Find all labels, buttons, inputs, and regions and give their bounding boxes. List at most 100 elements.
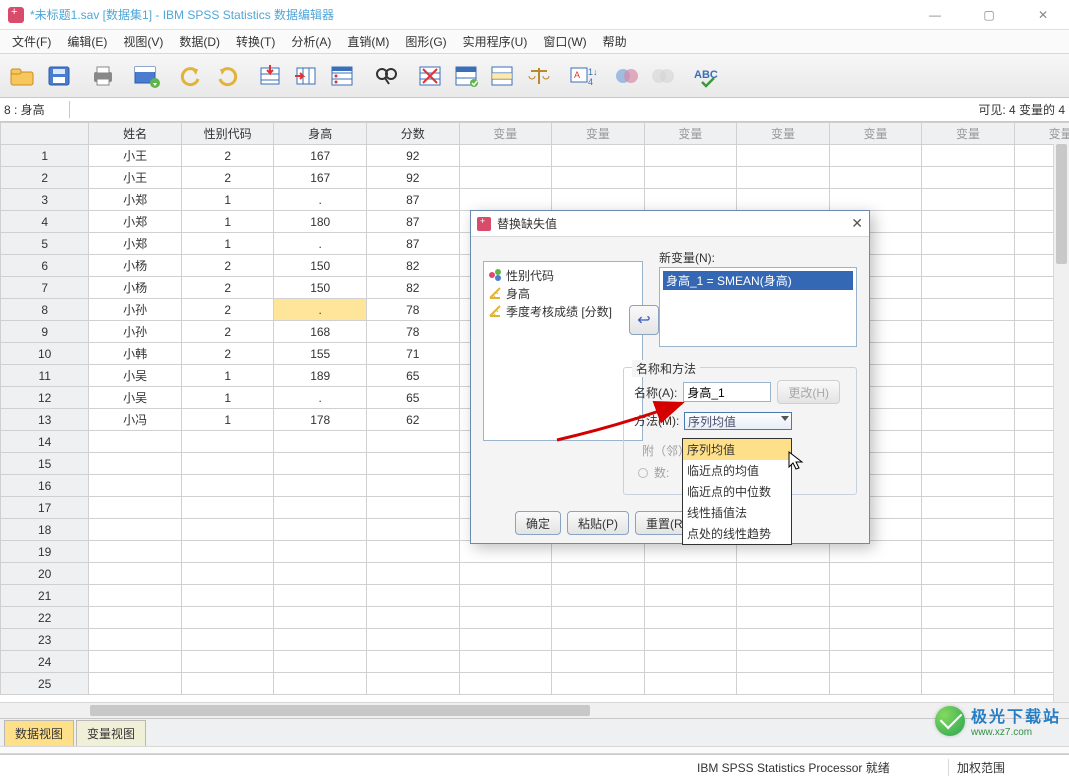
grid-cell[interactable] <box>274 629 367 651</box>
grid-cell[interactable] <box>552 167 645 189</box>
menu-direct[interactable]: 直销(M) <box>341 31 395 52</box>
grid-cell[interactable] <box>89 607 182 629</box>
col-empty[interactable]: 变量 <box>737 123 830 145</box>
vertical-scrollbar[interactable] <box>1053 144 1069 702</box>
row-header[interactable]: 24 <box>1 651 89 673</box>
row-header[interactable]: 6 <box>1 255 89 277</box>
grid-cell[interactable]: . <box>274 189 367 211</box>
grid-cell[interactable]: 小吴 <box>89 387 182 409</box>
var-item[interactable]: 性别代码 <box>506 267 554 284</box>
grid-cell[interactable] <box>274 497 367 519</box>
weight-icon[interactable] <box>450 59 484 93</box>
row-header[interactable]: 7 <box>1 277 89 299</box>
menu-utilities[interactable]: 实用程序(U) <box>457 31 534 52</box>
find-icon[interactable] <box>370 59 404 93</box>
open-icon[interactable] <box>6 59 40 93</box>
grid-cell[interactable]: 小郑 <box>89 211 182 233</box>
grid-cell[interactable]: 2 <box>181 277 274 299</box>
grid-cell[interactable]: 2 <box>181 299 274 321</box>
row-header[interactable]: 3 <box>1 189 89 211</box>
grid-cell[interactable] <box>644 673 737 695</box>
grid-cell[interactable]: 2 <box>181 321 274 343</box>
grid-cell[interactable] <box>181 475 274 497</box>
value-labels-icon[interactable]: A1↓4 <box>566 59 600 93</box>
grid-cell[interactable] <box>459 651 552 673</box>
grid-cell[interactable] <box>922 497 1015 519</box>
grid-cell[interactable] <box>922 189 1015 211</box>
grid-cell[interactable] <box>181 607 274 629</box>
grid-cell[interactable] <box>737 629 830 651</box>
menu-transform[interactable]: 转换(T) <box>230 31 281 52</box>
grid-cell[interactable] <box>922 673 1015 695</box>
grid-cell[interactable] <box>274 475 367 497</box>
grid-cell[interactable] <box>644 167 737 189</box>
grid-cell[interactable]: 167 <box>274 167 367 189</box>
dialog-close-icon[interactable]: ✕ <box>851 215 863 232</box>
grid-cell[interactable] <box>366 431 459 453</box>
change-button[interactable]: 更改(H) <box>777 380 840 404</box>
grid-cell[interactable] <box>552 585 645 607</box>
grid-cell[interactable]: 87 <box>366 211 459 233</box>
grid-cell[interactable] <box>459 629 552 651</box>
ok-button[interactable]: 确定 <box>515 511 561 535</box>
grid-cell[interactable]: . <box>274 233 367 255</box>
grid-cell[interactable]: 小郑 <box>89 189 182 211</box>
goto-var-icon[interactable] <box>290 59 324 93</box>
menu-view[interactable]: 视图(V) <box>117 31 169 52</box>
menu-file[interactable]: 文件(F) <box>6 31 57 52</box>
grid-cell[interactable]: 小王 <box>89 145 182 167</box>
grid-cell[interactable] <box>274 673 367 695</box>
grid-cell[interactable] <box>922 233 1015 255</box>
grid-cell[interactable] <box>181 431 274 453</box>
grid-cell[interactable] <box>366 651 459 673</box>
row-header[interactable]: 12 <box>1 387 89 409</box>
grid-cell[interactable] <box>922 167 1015 189</box>
table-row[interactable]: 3小郑1.87 <box>1 189 1069 211</box>
grid-cell[interactable] <box>181 673 274 695</box>
col-empty[interactable]: 变量 <box>829 123 922 145</box>
table-row[interactable]: 2小王216792 <box>1 167 1069 189</box>
grid-cell[interactable] <box>829 673 922 695</box>
grid-cell[interactable] <box>274 585 367 607</box>
grid-cell[interactable] <box>644 607 737 629</box>
method-dropdown-list[interactable]: 序列均值 临近点的均值 临近点的中位数 线性插值法 点处的线性趋势 <box>682 438 792 545</box>
save-icon[interactable] <box>42 59 76 93</box>
grid-cell[interactable] <box>922 629 1015 651</box>
row-header[interactable]: 18 <box>1 519 89 541</box>
grid-cell[interactable]: 小杨 <box>89 277 182 299</box>
grid-cell[interactable] <box>737 651 830 673</box>
row-header[interactable]: 9 <box>1 321 89 343</box>
grid-cell[interactable] <box>181 497 274 519</box>
grid-cell[interactable] <box>89 541 182 563</box>
dropdown-option[interactable]: 临近点的均值 <box>683 460 791 481</box>
col-empty[interactable]: 变量 <box>552 123 645 145</box>
grid-cell[interactable] <box>922 607 1015 629</box>
grid-cell[interactable]: 65 <box>366 387 459 409</box>
grid-cell[interactable] <box>181 651 274 673</box>
var-item[interactable]: 季度考核成绩 [分数] <box>506 303 612 320</box>
grid-cell[interactable] <box>644 651 737 673</box>
grid-cell[interactable]: 78 <box>366 321 459 343</box>
row-header[interactable]: 13 <box>1 409 89 431</box>
grid-cell[interactable]: 2 <box>181 255 274 277</box>
grid-cell[interactable]: 2 <box>181 167 274 189</box>
grid-cell[interactable] <box>922 651 1015 673</box>
grid-cell[interactable] <box>737 673 830 695</box>
menu-graphs[interactable]: 图形(G) <box>399 31 452 52</box>
grid-cell[interactable] <box>274 563 367 585</box>
grid-cell[interactable] <box>89 651 182 673</box>
grid-cell[interactable] <box>922 343 1015 365</box>
grid-cell[interactable] <box>922 563 1015 585</box>
row-header[interactable]: 15 <box>1 453 89 475</box>
grid-cell[interactable] <box>459 563 552 585</box>
dialog-title-bar[interactable]: 替换缺失值 ✕ <box>471 211 869 237</box>
grid-cell[interactable] <box>181 629 274 651</box>
grid-cell[interactable] <box>89 629 182 651</box>
grid-cell[interactable] <box>459 189 552 211</box>
grid-cell[interactable] <box>737 189 830 211</box>
grid-cell[interactable] <box>829 145 922 167</box>
grid-cell[interactable] <box>644 145 737 167</box>
row-header[interactable]: 16 <box>1 475 89 497</box>
grid-cell[interactable] <box>922 541 1015 563</box>
select-cases-icon[interactable] <box>486 59 520 93</box>
